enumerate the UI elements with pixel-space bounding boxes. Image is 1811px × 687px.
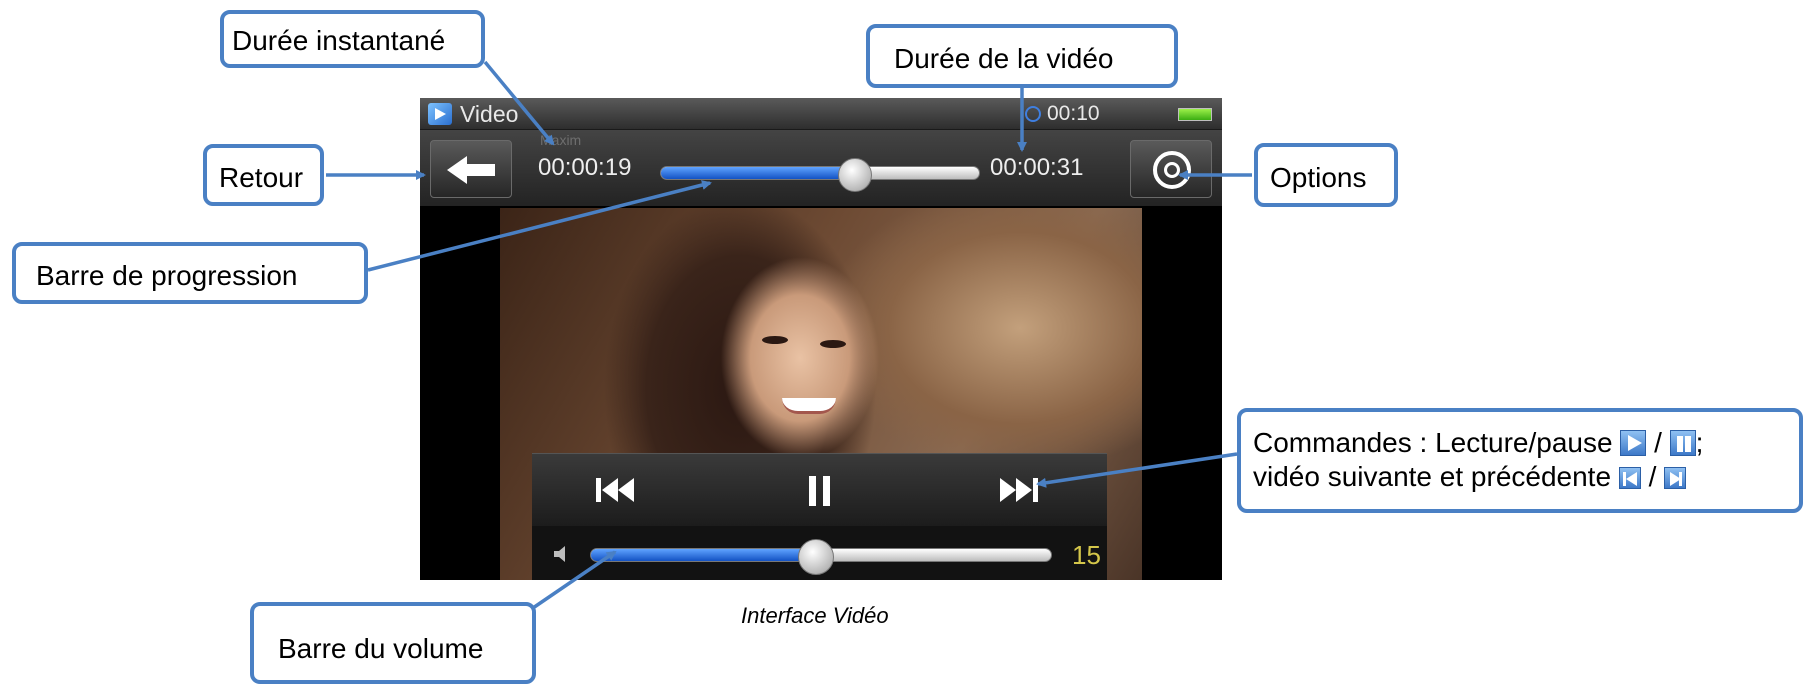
callout-commands-sep1: / — [1654, 427, 1662, 458]
callout-commands-text1: Commandes : Lecture/pause — [1253, 427, 1613, 458]
callout-progress-bar-label: Barre de progression — [36, 260, 298, 291]
callout-duration: Durée de la vidéo — [866, 24, 1178, 88]
figure-caption: Interface Vidéo — [741, 603, 889, 628]
callout-current-time: Durée instantané — [220, 10, 485, 68]
callout-volume: Barre du volume — [250, 602, 536, 684]
callout-options: Options — [1254, 143, 1398, 207]
pause-icon — [1669, 430, 1696, 456]
callout-back: Retour — [203, 144, 324, 206]
callout-arrows — [326, 60, 1252, 612]
arrow-volume — [529, 550, 617, 612]
callout-current-time-label: Durée instantané — [232, 25, 446, 56]
arrow-progress — [367, 180, 712, 272]
play-icon — [1620, 430, 1647, 456]
callout-commands-line1: Commandes : Lecture/pause / ; — [1253, 426, 1799, 460]
arrow-commands — [1036, 452, 1238, 488]
callout-volume-label: Barre du volume — [278, 633, 484, 664]
callout-commands-text2: vidéo suivante et précédente — [1253, 460, 1612, 492]
callout-progress-bar: Barre de progression — [12, 242, 368, 304]
callout-duration-label: Durée de la vidéo — [894, 43, 1114, 74]
callout-commands-end: ; — [1695, 427, 1704, 458]
callout-options-label: Options — [1270, 162, 1367, 193]
callout-commands-sep2: / — [1648, 460, 1657, 492]
callout-commands: Commandes : Lecture/pause / ; vidéo suiv… — [1237, 408, 1803, 513]
callout-commands-line2: vidéo suivante et précédente / — [1253, 460, 1799, 494]
callout-back-label: Retour — [219, 162, 304, 193]
skip-next-icon — [1664, 466, 1687, 489]
arrow-instant — [483, 60, 555, 146]
skip-previous-icon — [1618, 466, 1641, 489]
